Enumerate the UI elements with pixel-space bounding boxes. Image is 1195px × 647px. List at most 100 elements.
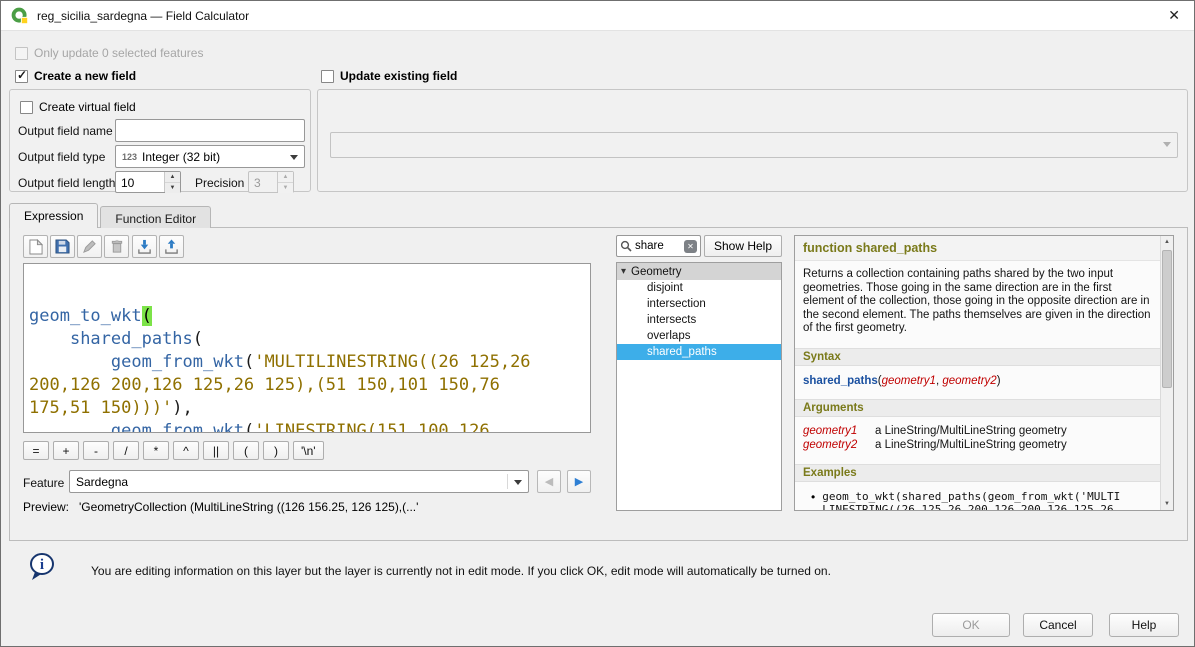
svg-text:i: i	[40, 557, 44, 573]
spinner-buttons: ▲▼	[277, 172, 293, 192]
operator-button[interactable]: '\n'	[293, 441, 324, 460]
help-arguments-header: Arguments	[795, 399, 1160, 417]
spin-down-icon: ▼	[278, 183, 293, 193]
help-title: function shared_paths	[795, 236, 1160, 261]
function-tree-items: disjointintersectionintersectsoverlapssh…	[617, 280, 781, 360]
operator-button[interactable]: -	[83, 441, 109, 460]
spinner-buttons[interactable]: ▲▼	[164, 172, 180, 192]
function-tree: ▾ Geometry disjointintersectionintersect…	[616, 262, 782, 511]
only-update-label: Only update 0 selected features	[34, 46, 203, 60]
help-example: • geom_to_wkt(shared_paths(geom_from_wkt…	[795, 482, 1160, 511]
output-field-length-spinner[interactable]: 10 ▲▼	[115, 171, 181, 193]
edit-expression-button	[77, 235, 102, 258]
scrollbar-thumb[interactable]	[1162, 250, 1172, 388]
search-input[interactable]	[635, 240, 675, 252]
operator-button[interactable]: *	[143, 441, 169, 460]
help-syntax-header: Syntax	[795, 348, 1160, 366]
edit-mode-message: You are editing information on this laye…	[91, 564, 831, 578]
precision-label: Precision	[195, 176, 244, 190]
check-icon: ✓	[17, 69, 27, 82]
integer-type-icon: 123	[122, 152, 137, 162]
import-expressions-button[interactable]	[132, 235, 157, 258]
next-arrow-icon: ▶	[575, 475, 583, 488]
export-arrow-icon	[164, 239, 179, 254]
spin-down-icon[interactable]: ▼	[165, 183, 180, 193]
pencil-icon	[82, 239, 97, 254]
update-existing-field-label: Update existing field	[340, 69, 457, 83]
function-item-disjoint[interactable]: disjoint	[617, 280, 781, 296]
help-scrollbar: ▲ ▼	[1160, 236, 1173, 510]
argument-row: geometry1a LineString/MultiLineString ge…	[795, 424, 1160, 438]
help-description: Returns a collection containing paths sh…	[795, 261, 1160, 336]
titlebar[interactable]: reg_sicilia_sardegna — Field Calculator …	[1, 1, 1194, 31]
preview-value: 'GeometryCollection (MultiLineString ((1…	[79, 500, 418, 514]
update-existing-field-checkbox[interactable]: Update existing field	[321, 69, 457, 83]
function-item-overlaps[interactable]: overlaps	[617, 328, 781, 344]
import-arrow-icon	[137, 239, 152, 254]
help-examples-header: Examples	[795, 464, 1160, 482]
next-feature-button[interactable]: ▶	[567, 470, 591, 493]
checkbox-box	[20, 101, 33, 114]
scroll-down-icon[interactable]: ▼	[1161, 498, 1173, 510]
expression-editor[interactable]: geom_to_wkt( shared_paths( geom_from_wkt…	[23, 263, 591, 433]
create-virtual-field-checkbox[interactable]: Create virtual field	[20, 100, 136, 114]
precision-spinner: 3 ▲▼	[248, 171, 294, 193]
function-item-shared_paths[interactable]: shared_paths	[617, 344, 781, 360]
function-help-panel: function shared_paths Returns a collecti…	[794, 235, 1174, 511]
help-syntax-line: shared_paths(geometry1, geometry2)	[795, 366, 1160, 387]
previous-feature-button: ◀	[537, 470, 561, 493]
tab-function-editor[interactable]: Function Editor	[100, 206, 211, 228]
checkbox-box: ✓	[15, 70, 28, 83]
function-group-geometry[interactable]: ▾ Geometry	[617, 263, 781, 280]
function-item-intersects[interactable]: intersects	[617, 312, 781, 328]
field-calculator-dialog: reg_sicilia_sardegna — Field Calculator …	[0, 0, 1195, 647]
expander-icon[interactable]: ▾	[621, 267, 626, 277]
create-new-field-checkbox[interactable]: ✓ Create a new field	[15, 69, 136, 83]
help-button[interactable]: Help	[1109, 613, 1179, 637]
tab-expression[interactable]: Expression	[9, 203, 98, 228]
ok-button[interactable]: OK	[932, 613, 1010, 637]
cancel-button[interactable]: Cancel	[1023, 613, 1093, 637]
create-new-field-label: Create a new field	[34, 69, 136, 83]
spin-up-icon[interactable]: ▲	[165, 172, 180, 183]
create-virtual-field-label: Create virtual field	[39, 100, 136, 114]
operator-button[interactable]: ||	[203, 441, 229, 460]
operator-button[interactable]: (	[233, 441, 259, 460]
argument-row: geometry2a LineString/MultiLineString ge…	[795, 438, 1160, 452]
operator-button[interactable]: +	[53, 441, 79, 460]
function-search-box[interactable]: ✕	[616, 235, 701, 257]
new-expression-button[interactable]	[23, 235, 48, 258]
feature-combo[interactable]: Sardegna	[69, 470, 529, 493]
feature-label: Feature	[23, 476, 64, 490]
output-field-name-input[interactable]	[115, 119, 305, 142]
function-item-intersection[interactable]: intersection	[617, 296, 781, 312]
update-existing-field-group	[317, 89, 1188, 192]
save-expression-button[interactable]	[50, 235, 75, 258]
info-bubble-icon: i	[27, 552, 57, 585]
operator-button[interactable]: /	[113, 441, 139, 460]
save-floppy-icon	[55, 239, 70, 254]
output-field-type-label: Output field type	[18, 150, 105, 164]
window-title: reg_sicilia_sardegna — Field Calculator	[37, 9, 249, 23]
operator-button[interactable]: =	[23, 441, 49, 460]
chevron-down-icon	[290, 155, 298, 160]
output-field-length-value: 10	[121, 176, 134, 190]
preview-row: Preview: 'GeometryCollection (MultiLineS…	[23, 500, 418, 514]
export-expressions-button[interactable]	[159, 235, 184, 258]
operator-button[interactable]: )	[263, 441, 289, 460]
trash-icon	[110, 239, 124, 254]
operator-button[interactable]: ^	[173, 441, 199, 460]
scroll-up-icon[interactable]: ▲	[1161, 236, 1173, 248]
checkbox-box	[321, 70, 334, 83]
chevron-down-icon	[1163, 142, 1171, 147]
function-group-label: Geometry	[631, 266, 682, 278]
output-field-length-label: Output field length	[18, 176, 115, 190]
output-field-type-value: Integer (32 bit)	[142, 150, 220, 164]
close-icon[interactable]: ✕	[1164, 7, 1184, 24]
show-help-button[interactable]: Show Help	[704, 235, 782, 257]
only-update-selected-checkbox: Only update 0 selected features	[15, 46, 203, 60]
feature-value: Sardegna	[76, 475, 128, 489]
help-content: function shared_paths Returns a collecti…	[795, 236, 1160, 510]
output-field-type-combo[interactable]: 123 Integer (32 bit)	[115, 145, 305, 168]
clear-search-icon[interactable]: ✕	[684, 240, 697, 253]
